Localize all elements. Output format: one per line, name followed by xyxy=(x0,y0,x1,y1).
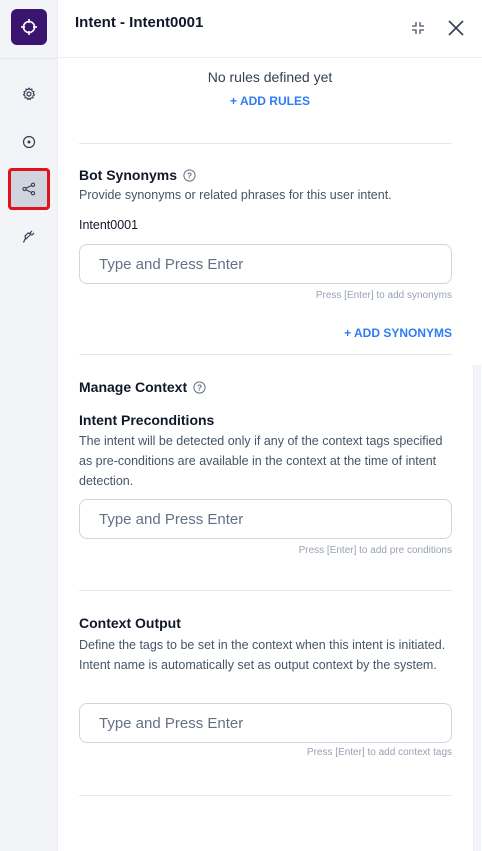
left-rail xyxy=(0,0,58,851)
add-rules-button[interactable]: + ADD RULES xyxy=(230,94,310,108)
synonym-value: Intent0001 xyxy=(79,218,139,232)
panel-header: Intent - Intent0001 xyxy=(58,0,482,58)
synonyms-input-field xyxy=(79,244,452,284)
no-rules-text: No rules defined yet xyxy=(207,69,333,85)
context-output-input-field xyxy=(79,703,452,743)
synonyms-input[interactable] xyxy=(80,245,451,283)
share-icon xyxy=(22,182,36,196)
context-output-hint: Press [Enter] to add context tags xyxy=(306,747,452,758)
rail-item-flow[interactable] xyxy=(8,168,50,210)
rail-item-target[interactable] xyxy=(8,121,50,163)
divider xyxy=(79,354,452,355)
bot-synonyms-title: Bot Synonyms xyxy=(79,167,178,183)
divider xyxy=(79,143,452,144)
panel-title: Intent - Intent0001 xyxy=(75,14,204,31)
add-synonyms-button[interactable]: + ADD SYNONYMS xyxy=(344,326,452,340)
synonyms-hint: Press [Enter] to add synonyms xyxy=(315,290,452,301)
manage-context-heading: Manage Context ? xyxy=(79,379,206,395)
rail-item-settings[interactable] xyxy=(8,73,50,115)
divider xyxy=(79,590,452,591)
close-icon xyxy=(448,20,464,36)
collapse-button[interactable] xyxy=(408,18,428,38)
svg-text:?: ? xyxy=(197,382,202,392)
close-button[interactable] xyxy=(446,18,466,38)
help-icon[interactable]: ? xyxy=(183,168,196,182)
manage-context-title: Manage Context xyxy=(79,379,188,395)
context-output-description: Define the tags to be set in the context… xyxy=(79,638,446,672)
preconditions-input[interactable] xyxy=(80,500,451,538)
gear-icon xyxy=(22,87,36,101)
divider xyxy=(79,795,452,796)
app-logo[interactable] xyxy=(11,9,47,45)
preconditions-input-field xyxy=(79,499,452,539)
intent-preconditions-description: The intent will be detected only if any … xyxy=(79,434,443,488)
context-output-title: Context Output xyxy=(79,615,181,631)
target-icon xyxy=(22,135,36,149)
rail-separator xyxy=(0,58,58,59)
collapse-icon xyxy=(412,22,424,34)
plug-icon xyxy=(22,230,35,243)
preconditions-hint: Press [Enter] to add pre conditions xyxy=(298,545,452,556)
bot-synonyms-description: Provide synonyms or related phrases for … xyxy=(79,188,392,202)
bot-synonyms-heading: Bot Synonyms ? xyxy=(79,167,196,183)
panel-content: No rules defined yet + ADD RULES Bot Syn… xyxy=(58,59,482,851)
rail-item-integrations[interactable] xyxy=(8,216,50,258)
help-icon[interactable]: ? xyxy=(193,380,206,394)
add-rules-link: + ADD RULES xyxy=(58,94,482,108)
intent-preconditions-title: Intent Preconditions xyxy=(79,412,215,428)
crosshair-icon xyxy=(21,19,37,35)
context-output-input[interactable] xyxy=(80,704,451,742)
scrollbar[interactable] xyxy=(473,365,481,851)
svg-text:?: ? xyxy=(187,170,192,180)
